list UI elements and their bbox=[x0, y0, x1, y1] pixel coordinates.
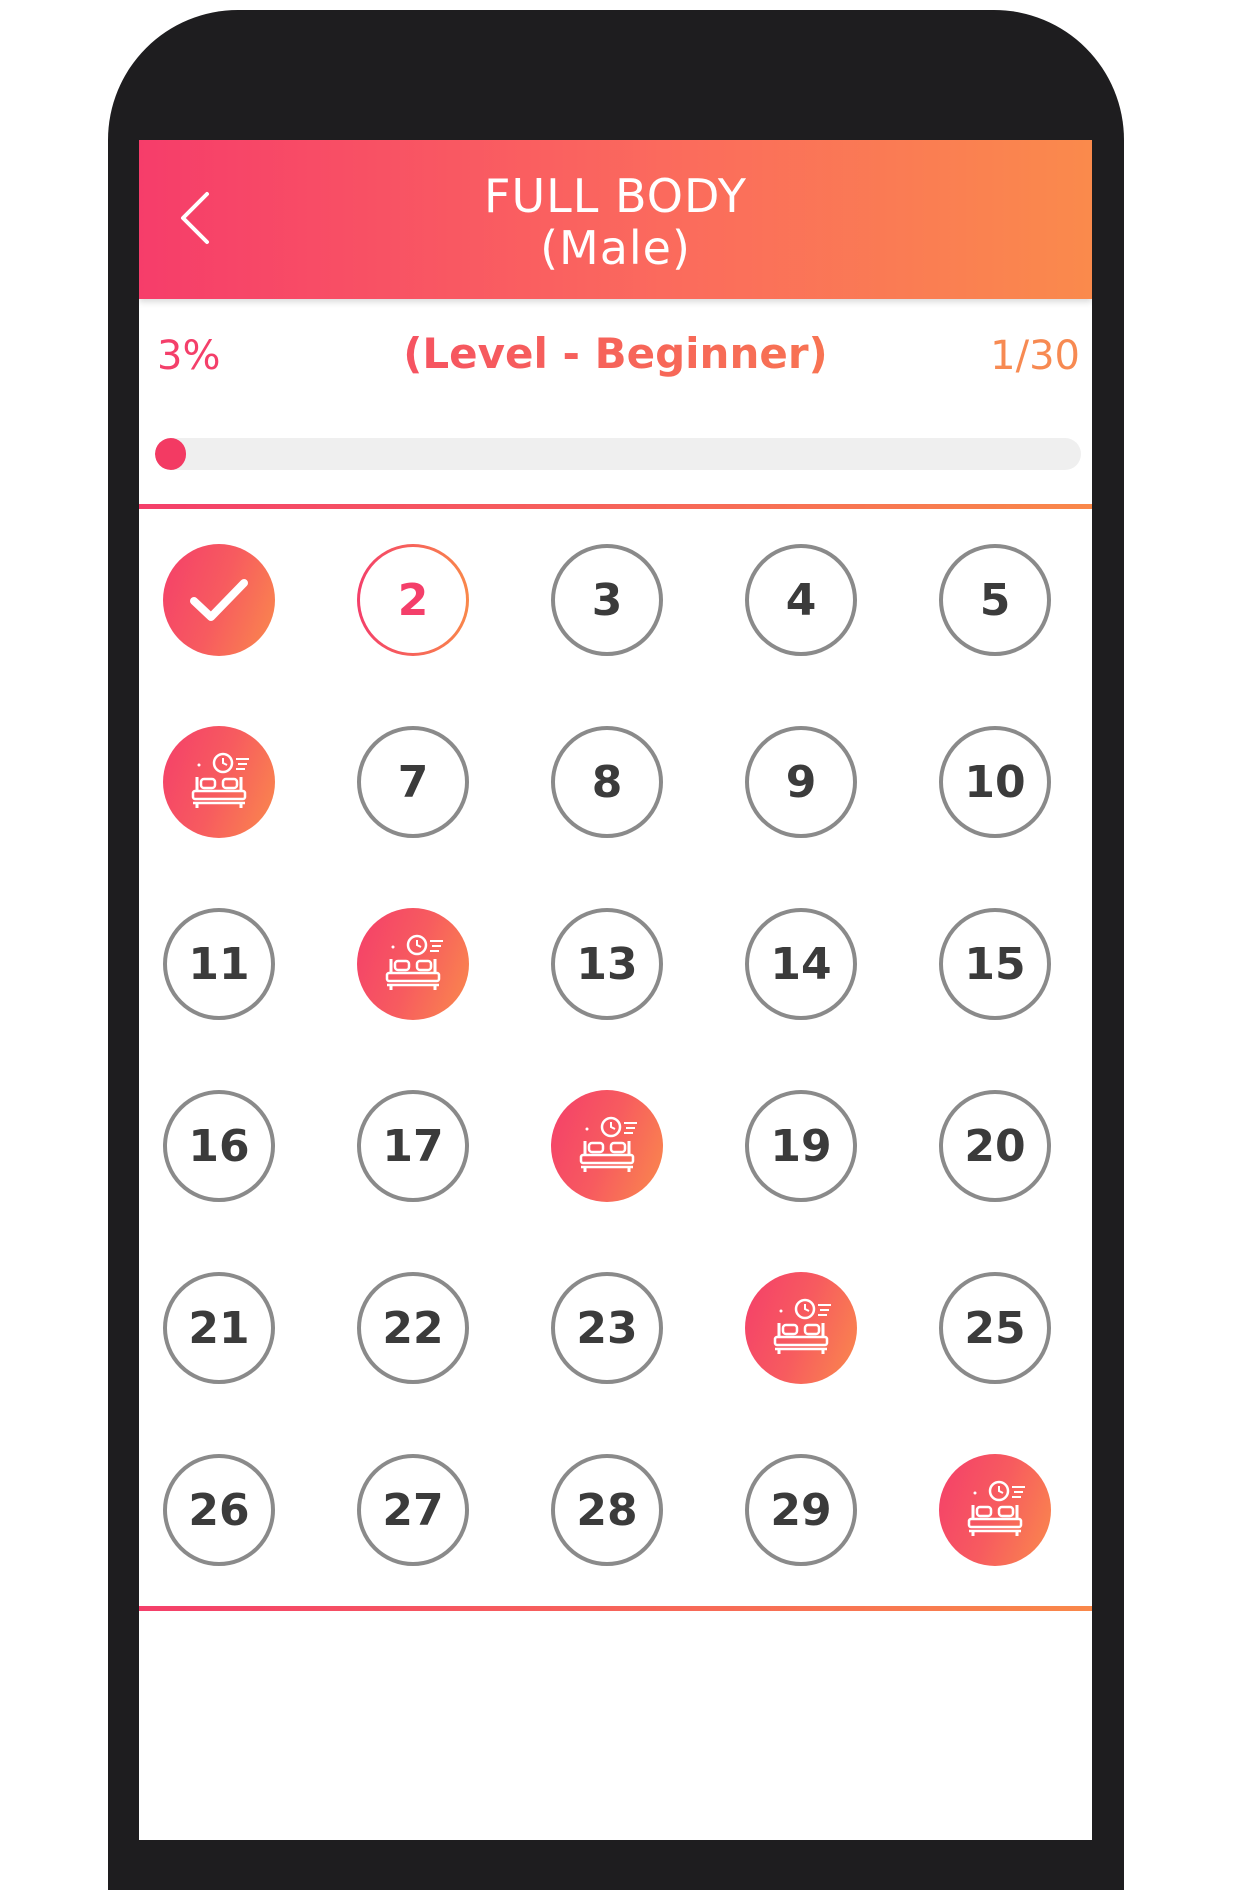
day-number: 7 bbox=[397, 756, 429, 808]
day-number: 14 bbox=[770, 938, 832, 990]
bottom-divider bbox=[139, 1606, 1092, 1611]
rest-day-bed-icon bbox=[959, 1479, 1031, 1541]
day-number: 29 bbox=[770, 1484, 832, 1536]
day-6-button[interactable] bbox=[163, 726, 275, 838]
day-22-button[interactable]: 22 bbox=[357, 1272, 469, 1384]
day-10-button[interactable]: 10 bbox=[939, 726, 1051, 838]
day-21-button[interactable]: 21 bbox=[163, 1272, 275, 1384]
rest-day-bed-icon bbox=[377, 933, 449, 995]
rest-day-bed-icon bbox=[765, 1297, 837, 1359]
day-11-button[interactable]: 11 bbox=[163, 908, 275, 1020]
day-number: 22 bbox=[382, 1302, 444, 1354]
page-title: FULL BODY (Male) bbox=[139, 170, 1092, 274]
level-label-wrap: (Level - Beginner) bbox=[139, 329, 1092, 378]
rest-day-bed-icon bbox=[183, 751, 255, 813]
day-number: 15 bbox=[964, 938, 1026, 990]
day-number: 27 bbox=[382, 1484, 444, 1536]
day-4-button[interactable]: 4 bbox=[745, 544, 857, 656]
day-number: 13 bbox=[576, 938, 638, 990]
day-grid: 2 3 4 5 7 8 9 10 11 13 14 15 16 17 19 20 21 22 23 25 26 27 28 2… bbox=[163, 544, 1069, 1566]
day-number: 17 bbox=[382, 1120, 444, 1172]
day-5-button[interactable]: 5 bbox=[939, 544, 1051, 656]
checkmark-icon bbox=[188, 575, 250, 625]
day-number: 5 bbox=[979, 574, 1011, 626]
day-14-button[interactable]: 14 bbox=[745, 908, 857, 1020]
progress-bar-fill bbox=[155, 438, 186, 470]
day-number: 3 bbox=[591, 574, 623, 626]
app-screen: FULL BODY (Male) 3% (Level - Beginner) 1… bbox=[139, 140, 1092, 1840]
day-counter: 1/30 bbox=[990, 333, 1080, 379]
top-divider bbox=[139, 504, 1092, 509]
day-number: 21 bbox=[188, 1302, 250, 1354]
day-number: 2 bbox=[397, 574, 429, 626]
day-number: 8 bbox=[591, 756, 623, 808]
day-number: 19 bbox=[770, 1120, 832, 1172]
day-number: 4 bbox=[785, 574, 817, 626]
day-number: 28 bbox=[576, 1484, 638, 1536]
day-number: 20 bbox=[964, 1120, 1026, 1172]
day-13-button[interactable]: 13 bbox=[551, 908, 663, 1020]
day-23-button[interactable]: 23 bbox=[551, 1272, 663, 1384]
day-30-button[interactable] bbox=[939, 1454, 1051, 1566]
day-27-button[interactable]: 27 bbox=[357, 1454, 469, 1566]
day-number: 11 bbox=[188, 938, 250, 990]
day-28-button[interactable]: 28 bbox=[551, 1454, 663, 1566]
day-20-button[interactable]: 20 bbox=[939, 1090, 1051, 1202]
day-7-button[interactable]: 7 bbox=[357, 726, 469, 838]
day-26-button[interactable]: 26 bbox=[163, 1454, 275, 1566]
day-15-button[interactable]: 15 bbox=[939, 908, 1051, 1020]
day-number: 16 bbox=[188, 1120, 250, 1172]
day-25-button[interactable]: 25 bbox=[939, 1272, 1051, 1384]
day-number: 9 bbox=[785, 756, 817, 808]
day-8-button[interactable]: 8 bbox=[551, 726, 663, 838]
progress-bar bbox=[155, 438, 1081, 470]
day-17-button[interactable]: 17 bbox=[357, 1090, 469, 1202]
level-row: 3% (Level - Beginner) 1/30 bbox=[139, 325, 1092, 385]
day-2-button[interactable]: 2 bbox=[357, 544, 469, 656]
day-number: 23 bbox=[576, 1302, 638, 1354]
day-12-button[interactable] bbox=[357, 908, 469, 1020]
page-title-line-2: (Male) bbox=[540, 221, 691, 275]
day-number: 25 bbox=[964, 1302, 1026, 1354]
day-9-button[interactable]: 9 bbox=[745, 726, 857, 838]
level-label: (Level - Beginner) bbox=[403, 329, 828, 378]
day-16-button[interactable]: 16 bbox=[163, 1090, 275, 1202]
app-bar: FULL BODY (Male) bbox=[139, 140, 1092, 299]
day-3-button[interactable]: 3 bbox=[551, 544, 663, 656]
day-29-button[interactable]: 29 bbox=[745, 1454, 857, 1566]
day-number: 10 bbox=[964, 756, 1026, 808]
day-1-button[interactable] bbox=[163, 544, 275, 656]
day-18-button[interactable] bbox=[551, 1090, 663, 1202]
rest-day-bed-icon bbox=[571, 1115, 643, 1177]
day-number: 26 bbox=[188, 1484, 250, 1536]
page-title-line-1: FULL BODY bbox=[484, 169, 747, 223]
day-19-button[interactable]: 19 bbox=[745, 1090, 857, 1202]
day-24-button[interactable] bbox=[745, 1272, 857, 1384]
